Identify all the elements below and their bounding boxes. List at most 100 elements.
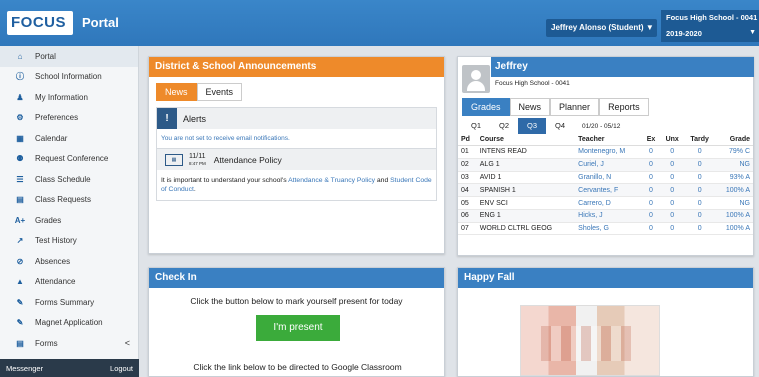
unx-cell[interactable]: 0 bbox=[660, 183, 685, 198]
unx-cell[interactable]: 0 bbox=[660, 196, 685, 210]
grades-icon: A+ bbox=[14, 215, 26, 225]
grade-link[interactable]: 93% A bbox=[715, 171, 753, 185]
teacher-link[interactable]: Carrero, D bbox=[575, 196, 642, 210]
messenger-link[interactable]: Messenger bbox=[0, 364, 43, 373]
calendar-icon: ▦ bbox=[165, 153, 183, 166]
teacher-link[interactable]: Granillo, N bbox=[575, 171, 642, 185]
policy-date: 11/11 8:47 PM bbox=[189, 152, 206, 166]
tardy-cell[interactable]: 0 bbox=[684, 171, 716, 185]
unx-cell[interactable]: 0 bbox=[660, 158, 685, 172]
tab-reports[interactable]: Reports bbox=[599, 98, 649, 116]
announcements-title: District & School Announcements bbox=[149, 57, 444, 77]
im-present-button[interactable]: I'm present bbox=[256, 315, 340, 341]
ex-cell[interactable]: 0 bbox=[641, 222, 661, 236]
sidebar-item-class-requests[interactable]: ▤ Class Requests bbox=[0, 190, 138, 211]
people-icon: ⚉ bbox=[16, 154, 24, 164]
table-row[interactable]: 02 ALG 1 Curiel, J 0 0 0 NG bbox=[458, 158, 753, 172]
sidebar-item-grades[interactable]: A+ Grades bbox=[0, 210, 138, 231]
grade-link[interactable]: 100% A bbox=[715, 209, 753, 223]
col-tardy: Tardy bbox=[684, 134, 716, 146]
sidebar-item-request-conference[interactable]: ⚉ Request Conference bbox=[0, 149, 138, 170]
quarter-date-range: 01/20 - 05/12 bbox=[582, 122, 621, 130]
ex-cell[interactable]: 0 bbox=[641, 158, 661, 172]
ex-cell[interactable]: 0 bbox=[641, 145, 661, 159]
unx-cell[interactable]: 0 bbox=[660, 171, 685, 185]
chevron-left-icon[interactable]: < bbox=[125, 338, 130, 348]
unx-cell[interactable]: 0 bbox=[660, 145, 685, 159]
table-row[interactable]: 07 WORLD CLTRL GEOG Sholes, G 0 0 0 100% A bbox=[458, 222, 753, 236]
sidebar-item-forms[interactable]: ▤ Forms < bbox=[0, 333, 138, 354]
logout-link[interactable]: Logout bbox=[104, 364, 133, 373]
teacher-link[interactable]: Sholes, G bbox=[575, 222, 642, 236]
sidebar-item-my-information[interactable]: ♟ My Information bbox=[0, 87, 138, 108]
sidebar-item-preferences[interactable]: ⚙ Preferences bbox=[0, 108, 138, 129]
alerts-message[interactable]: You are not set to receive email notific… bbox=[157, 129, 436, 148]
tab-events[interactable]: Events bbox=[196, 83, 243, 101]
grade-link[interactable]: 79% C bbox=[715, 145, 753, 159]
sidebar-item-portal[interactable]: ⌂ Portal bbox=[0, 46, 138, 67]
teacher-link[interactable]: Curiel, J bbox=[575, 158, 642, 172]
quarter-q1[interactable]: Q1 bbox=[462, 118, 490, 134]
col-teacher: Teacher bbox=[575, 134, 642, 146]
sidebar-item-forms-summary[interactable]: ✎ Forms Summary bbox=[0, 292, 138, 313]
user-dropdown[interactable]: Jeffrey Alonso (Student) ▼ bbox=[546, 19, 657, 37]
col-grade: Grade bbox=[715, 134, 753, 146]
unx-cell[interactable]: 0 bbox=[660, 222, 685, 236]
grade-link[interactable]: NG bbox=[715, 158, 753, 172]
tardy-cell[interactable]: 0 bbox=[684, 222, 716, 236]
student-name: Jeffrey bbox=[491, 57, 754, 77]
tab-planner[interactable]: Planner bbox=[550, 98, 600, 116]
sidebar-item-absences[interactable]: ⊘ Absences bbox=[0, 251, 138, 272]
table-row[interactable]: 05 ENV SCI Carrero, D 0 0 0 NG bbox=[458, 196, 753, 210]
checkin-panel: Check In Click the button below to mark … bbox=[148, 267, 445, 377]
sidebar-item-magnet-application[interactable]: ✎ Magnet Application bbox=[0, 313, 138, 334]
avatar bbox=[462, 65, 490, 93]
quarter-q4[interactable]: Q4 bbox=[546, 118, 574, 134]
teacher-link[interactable]: Cervantes, F bbox=[575, 183, 642, 198]
tab-news[interactable]: News bbox=[509, 98, 551, 116]
student-school: Focus High School - 0041 bbox=[495, 80, 570, 87]
grade-link[interactable]: NG bbox=[715, 196, 753, 210]
unx-cell[interactable]: 0 bbox=[660, 209, 685, 223]
course-cell: INTENS READ bbox=[476, 145, 576, 159]
school-year-dropdown[interactable]: Focus High School - 0041 2019-2020 ▼ bbox=[661, 10, 759, 42]
focus-logo[interactable]: FOCUS bbox=[7, 11, 73, 35]
quarter-q3[interactable]: Q3 bbox=[518, 118, 546, 134]
sidebar-item-attendance[interactable]: ▲ Attendance bbox=[0, 272, 138, 293]
tardy-cell[interactable]: 0 bbox=[684, 158, 716, 172]
table-row[interactable]: 01 INTENS READ Montenegro, M 0 0 0 79% C bbox=[458, 145, 753, 159]
sidebar-item-class-schedule[interactable]: ☰ Class Schedule bbox=[0, 169, 138, 190]
teacher-link[interactable]: Hicks, J bbox=[575, 209, 642, 223]
table-row[interactable]: 06 ENG 1 Hicks, J 0 0 0 100% A bbox=[458, 209, 753, 223]
ex-cell[interactable]: 0 bbox=[641, 209, 661, 223]
sidebar-item-label: Absences bbox=[35, 256, 71, 266]
policy-title: Attendance Policy bbox=[213, 154, 282, 165]
pd-cell: 07 bbox=[458, 222, 477, 236]
sidebar-item-test-history[interactable]: ↗ Test History bbox=[0, 231, 138, 252]
sidebar-item-calendar[interactable]: ▦ Calendar bbox=[0, 128, 138, 149]
quarter-q2[interactable]: Q2 bbox=[490, 118, 518, 134]
sidebar-item-school-information[interactable]: ⓘ School Information bbox=[0, 67, 138, 88]
top-bar: FOCUS Portal Jeffrey Alonso (Student) ▼ … bbox=[0, 0, 759, 46]
ex-cell[interactable]: 0 bbox=[641, 183, 661, 198]
table-row[interactable]: 04 SPANISH 1 Cervantes, F 0 0 0 100% A bbox=[458, 183, 753, 198]
teacher-link[interactable]: Montenegro, M bbox=[575, 145, 642, 159]
tardy-cell[interactable]: 0 bbox=[684, 145, 716, 159]
sidebar-item-label: My Information bbox=[35, 92, 88, 102]
tardy-cell[interactable]: 0 bbox=[684, 209, 716, 223]
ex-cell[interactable]: 0 bbox=[641, 196, 661, 210]
course-cell: ENG 1 bbox=[476, 209, 576, 223]
happy-fall-title: Happy Fall bbox=[458, 268, 753, 288]
tardy-cell[interactable]: 0 bbox=[684, 196, 716, 210]
tardy-cell[interactable]: 0 bbox=[684, 183, 716, 198]
sidebar-item-label: Request Conference bbox=[35, 154, 109, 164]
table-row[interactable]: 03 AVID 1 Granillo, N 0 0 0 93% A bbox=[458, 171, 753, 185]
tab-grades[interactable]: Grades bbox=[462, 98, 510, 116]
col-unx: Unx bbox=[660, 134, 685, 146]
ex-cell[interactable]: 0 bbox=[641, 171, 661, 185]
attendance-policy-link[interactable]: Attendance & Truancy Policy bbox=[288, 177, 375, 184]
user-icon: ♟ bbox=[16, 92, 24, 102]
tab-news[interactable]: News bbox=[156, 83, 197, 101]
grade-link[interactable]: 100% A bbox=[715, 222, 753, 236]
grade-link[interactable]: 100% A bbox=[715, 183, 753, 198]
